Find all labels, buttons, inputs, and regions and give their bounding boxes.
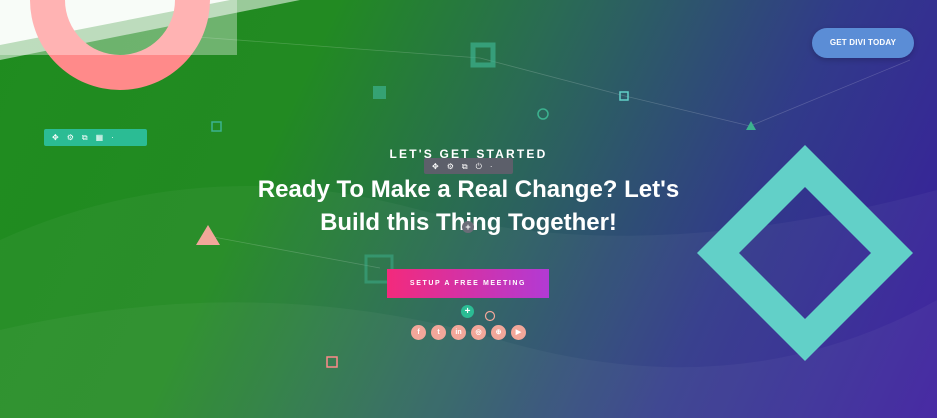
duplicate-icon[interactable]: ⧉ — [82, 129, 88, 146]
hero-section: GET DIVI TODAY ✥ ⚙ ⧉ ▦ · LET'S GET START… — [0, 0, 937, 418]
trash-icon[interactable]: · — [490, 158, 493, 175]
twitter-icon[interactable]: t — [431, 325, 446, 340]
columns-icon[interactable]: ▦ — [96, 129, 104, 146]
move-icon[interactable]: ✥ — [52, 129, 59, 146]
more-icon[interactable]: · — [111, 129, 114, 146]
facebook-icon[interactable]: f — [411, 325, 426, 340]
youtube-icon[interactable]: ▶ — [511, 325, 526, 340]
row-toolbar: ✥ ⚙ ⧉ ▦ · — [44, 129, 147, 146]
duplicate-icon[interactable]: ⧉ — [462, 158, 468, 175]
power-icon[interactable]: ⏻ — [476, 158, 482, 175]
module-toolbar: ✥ ⚙ ⧉ ⏻ · — [424, 158, 513, 174]
headline-line-1: Ready To Make a Real Change? Let's — [257, 176, 680, 203]
add-row-button[interactable]: + — [461, 305, 474, 318]
linkedin-icon[interactable]: in — [451, 325, 466, 340]
dribbble-icon[interactable]: ⊕ — [491, 325, 506, 340]
social-links: f t in ◎ ⊕ ▶ — [411, 325, 526, 340]
setup-meeting-button[interactable]: SETUP A FREE MEETING — [387, 269, 549, 298]
gear-icon[interactable]: ⚙ — [447, 158, 454, 175]
instagram-icon[interactable]: ◎ — [471, 325, 486, 340]
move-icon[interactable]: ✥ — [432, 158, 439, 175]
add-module-button[interactable]: + — [462, 221, 474, 233]
get-divi-button[interactable]: GET DIVI TODAY — [812, 28, 914, 58]
gear-icon[interactable]: ⚙ — [67, 129, 74, 146]
